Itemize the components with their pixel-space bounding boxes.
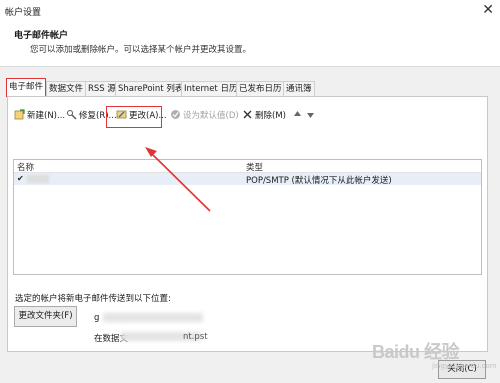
delete-icon <box>242 109 253 120</box>
delete-label: 删除(M) <box>255 111 286 121</box>
move-down-button[interactable] <box>305 108 318 124</box>
tab-internet-calendar[interactable]: Internet 日历 <box>181 81 241 96</box>
email-panel: 新建(N)... 修复(R)... 更改(A)... 设为默认值(D) 删除(M… <box>7 96 488 352</box>
new-button[interactable]: 新建(N)... <box>14 108 65 124</box>
list-header: 名称 类型 <box>14 160 481 173</box>
default-check-icon: ✔ <box>17 174 24 183</box>
watermark-logo: Baidu 经验 <box>372 342 460 362</box>
tab-rss[interactable]: RSS 源 <box>85 81 119 96</box>
account-redacted <box>103 313 203 322</box>
set-default-button[interactable]: 设为默认值(D) <box>170 108 239 124</box>
new-label: 新建(N)... <box>27 111 66 121</box>
set-default-label: 设为默认值(D) <box>183 111 239 121</box>
repair-icon <box>66 109 77 120</box>
column-name[interactable]: 名称 <box>17 161 34 173</box>
tab-published-calendar[interactable]: 已发布日历 <box>236 81 285 96</box>
dialog-body: 电子邮件 数据文件 RSS 源 SharePoint 列表 Internet 日… <box>0 67 500 383</box>
window-title: 帐户设置 <box>5 8 42 18</box>
move-up-button[interactable] <box>292 108 305 124</box>
change-folder-button[interactable]: 更改文件夹(F) <box>14 306 77 327</box>
column-type[interactable]: 类型 <box>246 161 263 173</box>
arrow-down-icon <box>305 109 316 120</box>
change-highlight-box <box>106 106 162 128</box>
close-icon[interactable]: ✕ <box>482 2 494 18</box>
account-list: 名称 类型 ✔ POP/SMTP (默认情况下从此帐户发送) <box>13 159 482 275</box>
tab-sharepoint[interactable]: SharePoint 列表 <box>115 81 187 96</box>
account-type: POP/SMTP (默认情况下从此帐户发送) <box>246 176 392 186</box>
section-title: 电子邮件帐户 <box>14 31 69 41</box>
tab-email[interactable]: 电子邮件 <box>6 78 47 97</box>
delivery-label: 选定的帐户将新电子邮件传送到以下位置: <box>15 294 171 304</box>
delivery-account: g <box>94 313 100 323</box>
tab-data-files[interactable]: 数据文件 <box>46 81 87 96</box>
new-icon <box>14 109 25 120</box>
title-bar: 帐户设置 ✕ <box>0 0 500 22</box>
tab-address-book[interactable]: 通讯簿 <box>283 81 315 96</box>
account-row[interactable]: ✔ POP/SMTP (默认情况下从此帐户发送) <box>14 173 481 186</box>
section-subtitle: 您可以添加或删除帐户。可以选择某个帐户并更改其设置。 <box>30 45 252 55</box>
datafile-extension: nt.pst <box>183 332 208 342</box>
arrow-up-icon <box>292 109 303 120</box>
header-section: 电子邮件帐户 您可以添加或删除帐户。可以选择某个帐户并更改其设置。 <box>0 22 500 67</box>
watermark-url: jingyan.baidu.com <box>432 362 497 370</box>
check-circle-icon <box>170 109 181 120</box>
account-name-redacted <box>27 175 49 183</box>
delete-button[interactable]: 删除(M) <box>242 108 286 124</box>
